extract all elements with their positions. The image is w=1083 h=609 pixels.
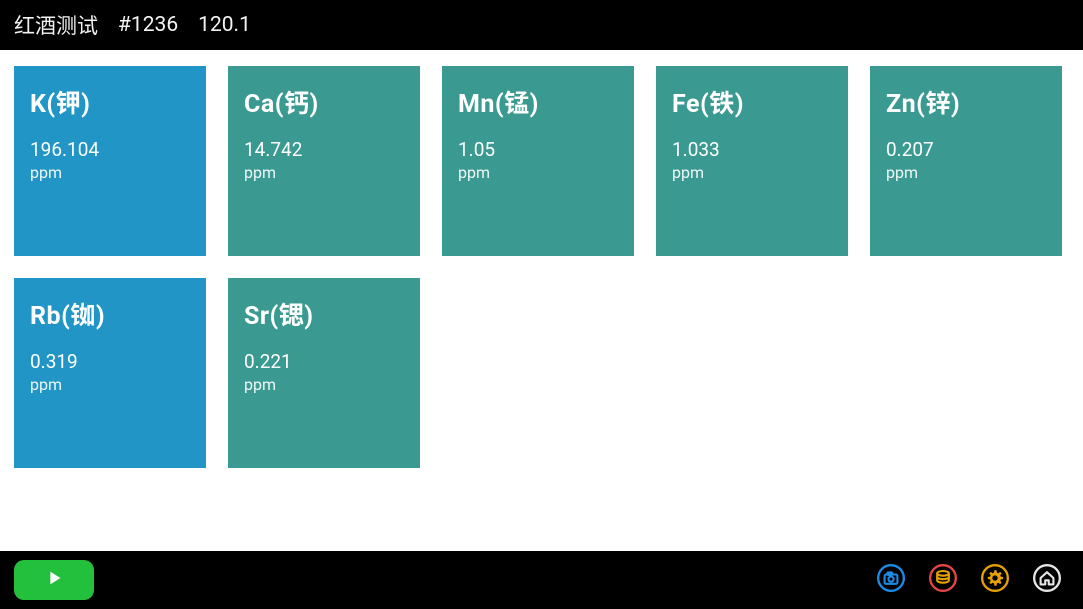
element-unit: ppm xyxy=(458,163,618,182)
element-label: Ca(钙) xyxy=(244,84,404,120)
element-label: Sr(锶) xyxy=(244,296,404,332)
element-label: K(钾) xyxy=(30,84,190,120)
element-unit: ppm xyxy=(244,163,404,182)
camera-icon xyxy=(877,564,905,596)
play-icon xyxy=(43,567,65,593)
element-unit: ppm xyxy=(244,375,404,394)
element-label: Fe(铁) xyxy=(672,84,832,120)
element-label: Mn(锰) xyxy=(458,84,618,120)
element-value: 196.104 xyxy=(30,138,190,161)
element-value: 14.742 xyxy=(244,138,404,161)
measurement-grid: K(钾) 196.104 ppm Ca(钙) 14.742 ppm Mn(锰) 1.05 ppm… xyxy=(0,50,1083,551)
element-label: Rb(铷) xyxy=(30,296,190,332)
header-bar: 红酒测试 #1236 120.1 xyxy=(0,0,1083,50)
element-tile[interactable]: Fe(铁) 1.033 ppm xyxy=(656,66,848,256)
settings-icon xyxy=(981,564,1009,596)
element-value: 1.05 xyxy=(458,138,618,161)
database-icon xyxy=(929,564,957,596)
element-label: Zn(锌) xyxy=(886,84,1046,120)
header-title: 红酒测试 xyxy=(14,10,98,40)
element-tile[interactable]: Rb(铷) 0.319 ppm xyxy=(14,278,206,468)
header-value: 120.1 xyxy=(198,13,251,37)
element-tile[interactable]: K(钾) 196.104 ppm xyxy=(14,66,206,256)
element-value: 0.207 xyxy=(886,138,1046,161)
element-tile[interactable]: Mn(锰) 1.05 ppm xyxy=(442,66,634,256)
element-value: 0.319 xyxy=(30,350,190,373)
element-value: 1.033 xyxy=(672,138,832,161)
element-unit: ppm xyxy=(672,163,832,182)
element-tile[interactable]: Sr(锶) 0.221 ppm xyxy=(228,278,420,468)
database-button[interactable] xyxy=(921,558,965,602)
element-tile[interactable]: Zn(锌) 0.207 ppm xyxy=(870,66,1062,256)
home-icon xyxy=(1033,564,1061,596)
element-unit: ppm xyxy=(30,375,190,394)
element-unit: ppm xyxy=(886,163,1046,182)
play-button[interactable] xyxy=(14,560,94,600)
element-unit: ppm xyxy=(30,163,190,182)
element-value: 0.221 xyxy=(244,350,404,373)
camera-button[interactable] xyxy=(869,558,913,602)
element-tile[interactable]: Ca(钙) 14.742 ppm xyxy=(228,66,420,256)
home-button[interactable] xyxy=(1025,558,1069,602)
bottom-bar xyxy=(0,551,1083,609)
settings-button[interactable] xyxy=(973,558,1017,602)
header-sample: #1236 xyxy=(118,13,178,37)
